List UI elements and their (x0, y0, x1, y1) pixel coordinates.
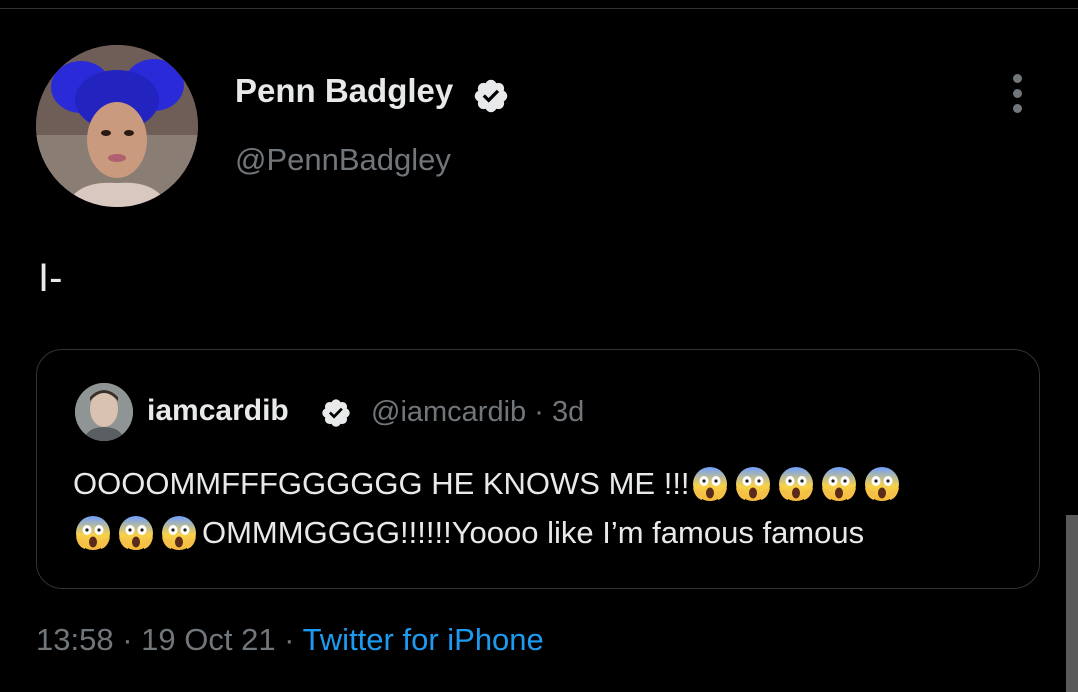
verified-badge-icon (322, 399, 350, 427)
face-screaming-in-fear-icon (776, 464, 816, 504)
face-screaming-in-fear-icon (116, 513, 156, 553)
author-avatar[interactable] (36, 45, 198, 207)
quoted-relative-time[interactable]: 3d (552, 396, 584, 428)
author-handle[interactable]: @PennBadgley (235, 142, 451, 178)
quoted-author-avatar[interactable] (75, 383, 133, 441)
tweet-date[interactable]: 19 Oct 21 (141, 622, 275, 657)
face-screaming-in-fear-icon (73, 513, 113, 553)
tweet-text: I- (38, 256, 63, 300)
author-display-name[interactable]: Penn Badgley (235, 72, 453, 110)
tweet-meta: 13:58 · 19 Oct 21 · Twitter for iPhone (36, 622, 544, 658)
quoted-text-part-1: OOOOMMFFFGGGGGG HE KNOWS ME !!! (73, 466, 690, 501)
meta-separator-2: · (275, 622, 303, 657)
tweet-source-link[interactable]: Twitter for iPhone (303, 622, 544, 657)
quoted-author-handle[interactable]: @iamcardib · 3d (371, 396, 584, 429)
meta-separator-1: · (113, 622, 142, 657)
quoted-author-handle-text[interactable]: @iamcardib (371, 396, 526, 428)
more-vertical-icon (1013, 74, 1022, 83)
top-divider (0, 8, 1078, 9)
face-screaming-in-fear-icon (159, 513, 199, 553)
quoted-author-name[interactable]: iamcardib (147, 394, 289, 428)
face-screaming-in-fear-icon (862, 464, 902, 504)
quoted-text-line-2: OMMMGGGG!!!!!!Yoooo like I’m famous famo… (73, 513, 864, 553)
more-dot (1013, 104, 1022, 113)
emoji-group-2 (73, 513, 202, 553)
quoted-separator: · (534, 396, 544, 428)
quoted-text-part-2: OMMMGGGG!!!!!!Yoooo like I’m famous famo… (202, 515, 865, 550)
face-screaming-in-fear-icon (733, 464, 773, 504)
face-screaming-in-fear-icon (819, 464, 859, 504)
face-screaming-in-fear-icon (690, 464, 730, 504)
tweet-time[interactable]: 13:58 (36, 622, 114, 657)
emoji-group-1 (690, 464, 905, 504)
verified-badge-icon (474, 79, 508, 113)
scrollbar[interactable] (1066, 515, 1078, 692)
more-options-button[interactable] (1004, 72, 1032, 116)
quoted-tweet-card[interactable]: iamcardib @iamcardib · 3d OOOOMMFFFGGGGG… (36, 349, 1040, 589)
quoted-text-line-1: OOOOMMFFFGGGGGG HE KNOWS ME !!! (73, 464, 905, 504)
more-dot (1013, 89, 1022, 98)
